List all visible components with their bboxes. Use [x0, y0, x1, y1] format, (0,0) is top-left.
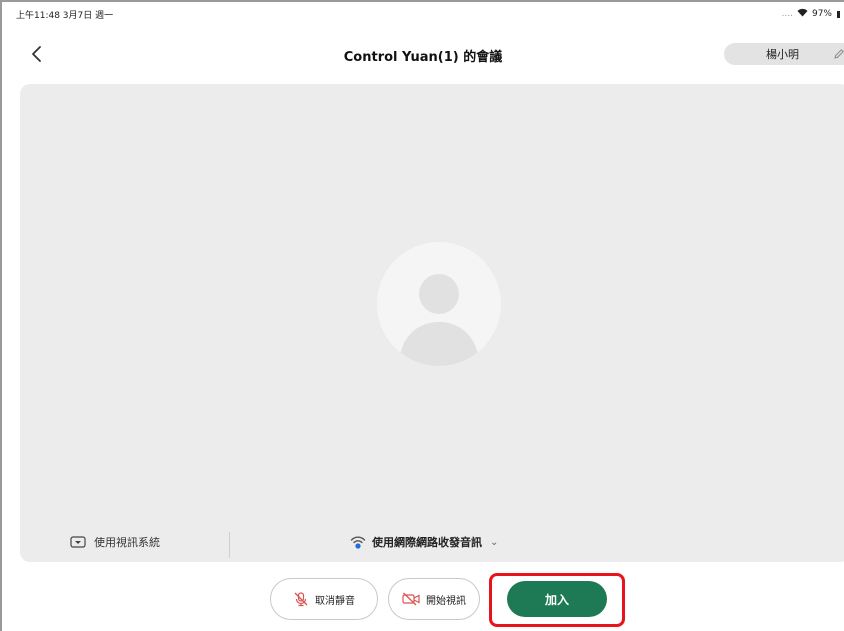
- join-button[interactable]: 加入: [507, 581, 607, 617]
- muted-microphone-icon: [294, 592, 308, 607]
- app-window: 上午11:48 3月7日 週一 .... 97% Control Yuan(1)…: [0, 0, 844, 631]
- internet-audio-option[interactable]: 使用網際網路收發音訊 ⌄: [350, 534, 498, 550]
- status-time-date: 上午11:48 3月7日 週一: [16, 11, 114, 21]
- start-video-button[interactable]: 開始視訊: [388, 578, 480, 620]
- divider: [229, 532, 230, 558]
- video-system-icon: [70, 536, 86, 548]
- status-indicators: .... 97%: [782, 8, 840, 20]
- control-bar: 取消靜音 開始視訊 加入: [2, 573, 844, 627]
- status-bar: 上午11:48 3月7日 週一 .... 97%: [16, 8, 844, 22]
- display-name-value: 楊小明: [766, 48, 799, 61]
- wifi-icon: [797, 8, 808, 20]
- battery-percent: 97%: [811, 9, 832, 19]
- person-silhouette-icon: [399, 274, 479, 366]
- unmute-button[interactable]: 取消靜音: [270, 578, 378, 620]
- wifi-audio-icon: [350, 536, 366, 549]
- pencil-icon: [834, 49, 844, 59]
- audio-options-row: 使用視訊系統 使用網際網路收發音訊 ⌄: [20, 530, 844, 560]
- nav-bar: Control Yuan(1) 的會議 楊小明: [2, 38, 844, 72]
- video-system-label: 使用視訊系統: [94, 536, 160, 549]
- start-video-label: 開始視訊: [426, 595, 466, 607]
- video-system-option[interactable]: 使用視訊系統: [70, 534, 160, 550]
- unmute-label: 取消靜音: [315, 595, 355, 607]
- chevron-down-icon: ⌄: [490, 536, 499, 548]
- internet-audio-label: 使用網際網路收發音訊: [372, 536, 482, 549]
- video-off-icon: [402, 592, 420, 606]
- meeting-title: Control Yuan(1) 的會議: [343, 50, 503, 65]
- display-name-field[interactable]: 楊小明: [724, 43, 844, 65]
- avatar: [377, 242, 501, 366]
- signal-dots: ....: [781, 9, 793, 19]
- battery-icon: [837, 10, 840, 18]
